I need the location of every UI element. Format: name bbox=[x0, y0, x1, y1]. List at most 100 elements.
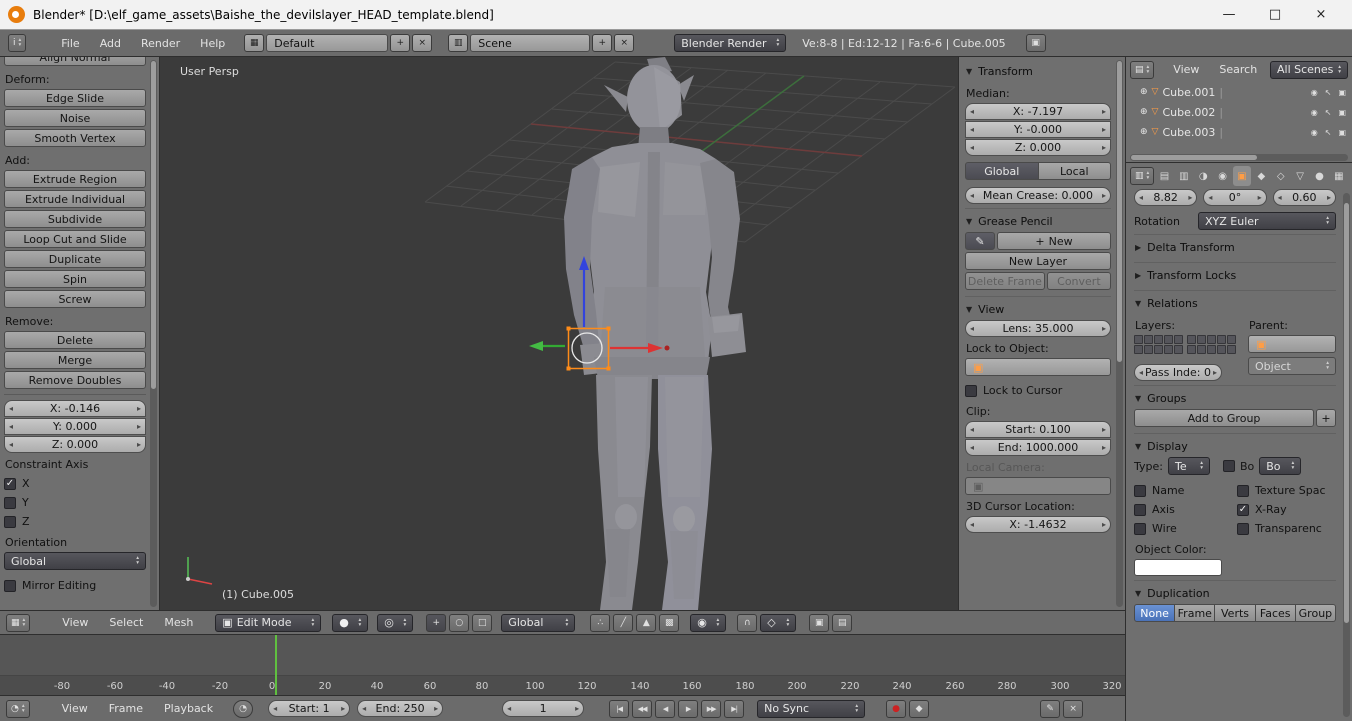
delete-frame-button[interactable]: Delete Frame bbox=[965, 272, 1045, 290]
delete-keyframe-button[interactable]: × bbox=[1063, 700, 1083, 718]
vertex-select-button[interactable]: ∴ bbox=[590, 614, 610, 632]
menu-render[interactable]: Render bbox=[132, 34, 189, 52]
bounds-type-dropdown[interactable]: Bo bbox=[1259, 457, 1301, 475]
tool-button-remove-doubles[interactable]: Remove Doubles bbox=[4, 371, 146, 389]
viewport-menu-view[interactable]: View bbox=[53, 614, 97, 632]
tab-modifiers-icon[interactable]: ◇ bbox=[1272, 166, 1290, 186]
tool-button-screw[interactable]: Screw bbox=[4, 290, 146, 308]
use-preview-range-button[interactable]: ◔ bbox=[233, 700, 253, 718]
prev-keyframe-button[interactable]: ◀◀ bbox=[632, 700, 652, 718]
menu-file[interactable]: File bbox=[52, 34, 88, 52]
tool-button-extrude-individual[interactable]: Extrude Individual bbox=[4, 190, 146, 208]
close-button[interactable]: × bbox=[1298, 0, 1344, 29]
npanel-scrollbar[interactable] bbox=[1116, 60, 1123, 607]
expand-icon[interactable]: ⊕ bbox=[1140, 87, 1148, 97]
clip-end-field[interactable]: End: 1000.000 bbox=[965, 439, 1111, 456]
constraint-z-checkbox[interactable]: Z bbox=[4, 512, 146, 531]
object-color-swatch[interactable] bbox=[1134, 559, 1222, 576]
duplication-frame-button[interactable]: Frame bbox=[1175, 604, 1215, 622]
median-y-field[interactable]: Y: -0.000 bbox=[965, 121, 1111, 138]
lock-object-selector[interactable]: ▣ bbox=[965, 358, 1111, 376]
checkbox-icon[interactable] bbox=[1134, 523, 1146, 535]
rotation-z-field[interactable]: 0° bbox=[1203, 189, 1266, 206]
layout-name-field[interactable]: Default bbox=[266, 34, 388, 52]
timeline-menu-frame[interactable]: Frame bbox=[100, 700, 152, 718]
pass-index-field[interactable]: Pass Inde: 0 bbox=[1134, 364, 1222, 381]
manipulator-translate-button[interactable]: + bbox=[426, 614, 446, 632]
translate-y-field[interactable]: Y: 0.000 bbox=[4, 418, 146, 435]
tab-material-icon[interactable]: ● bbox=[1310, 166, 1328, 186]
auto-keyframe-button[interactable]: ● bbox=[886, 700, 906, 718]
add-to-group-button[interactable]: Add to Group bbox=[1134, 409, 1314, 427]
scale-z-field[interactable]: 0.60 bbox=[1273, 189, 1336, 206]
tab-constraints-icon[interactable]: ◆ bbox=[1252, 166, 1270, 186]
bounds-checkbox[interactable] bbox=[1223, 460, 1235, 472]
viewport-3d[interactable]: User Persp (1) Cube.005 bbox=[160, 57, 958, 610]
timeline-editor[interactable]: -80 -60 -40 -20 0 20 40 60 80 100 120 14… bbox=[0, 635, 1125, 695]
panel-duplication[interactable]: ▼Duplication bbox=[1134, 580, 1336, 604]
timeline-menu-view[interactable]: View bbox=[53, 700, 97, 718]
panel-grease-pencil[interactable]: ▼Grease Pencil bbox=[965, 208, 1111, 232]
proportional-edit-dropdown[interactable]: ◉ bbox=[690, 614, 726, 632]
checkbox-icon[interactable] bbox=[4, 497, 16, 509]
checkbox-icon[interactable] bbox=[4, 516, 16, 528]
tab-texture-icon[interactable]: ▦ bbox=[1330, 166, 1348, 186]
timeline-editor-type-button[interactable]: ◔ bbox=[6, 700, 30, 718]
tab-scene-icon[interactable]: ◑ bbox=[1194, 166, 1212, 186]
tool-button-smooth-vertex[interactable]: Smooth Vertex bbox=[4, 129, 146, 147]
tab-object-icon[interactable]: ▣ bbox=[1233, 166, 1251, 186]
duplication-verts-button[interactable]: Verts bbox=[1215, 604, 1255, 622]
global-toggle[interactable]: Global bbox=[965, 162, 1039, 180]
layers-widget[interactable] bbox=[1134, 335, 1242, 354]
tool-button-subdivide[interactable]: Subdivide bbox=[4, 210, 146, 228]
tool-button-merge[interactable]: Merge bbox=[4, 351, 146, 369]
grease-new-button[interactable]: +New bbox=[997, 232, 1111, 250]
window-duplicate-button[interactable]: ▣ bbox=[1026, 34, 1046, 52]
checkbox-icon[interactable] bbox=[1134, 504, 1146, 516]
checkbox-icon[interactable] bbox=[1134, 485, 1146, 497]
checkbox-icon[interactable] bbox=[1237, 485, 1249, 497]
face-select-button[interactable]: ▲ bbox=[636, 614, 656, 632]
transform-orientation-dropdown[interactable]: Global bbox=[501, 614, 575, 632]
visibility-eye-icon[interactable]: ◉ bbox=[1311, 88, 1318, 97]
checkbox-icon[interactable] bbox=[965, 385, 977, 397]
layout-browse-button[interactable]: ▦ bbox=[244, 34, 264, 52]
duplication-group-button[interactable]: Group bbox=[1296, 604, 1336, 622]
visibility-eye-icon[interactable]: ◉ bbox=[1311, 108, 1318, 117]
renderable-camera-icon[interactable]: ▣ bbox=[1338, 88, 1346, 97]
viewport-menu-select[interactable]: Select bbox=[100, 614, 152, 632]
local-toggle[interactable]: Local bbox=[1039, 162, 1112, 180]
properties-scrollbar[interactable] bbox=[1343, 193, 1350, 717]
draw-type-dropdown[interactable]: Te bbox=[1168, 457, 1210, 475]
layout-delete-button[interactable]: × bbox=[412, 34, 432, 52]
play-button[interactable]: ▶ bbox=[678, 700, 698, 718]
viewport-menu-mesh[interactable]: Mesh bbox=[155, 614, 202, 632]
panel-delta-transform[interactable]: ▶Delta Transform bbox=[1134, 234, 1336, 258]
median-z-field[interactable]: Z: 0.000 bbox=[965, 139, 1111, 156]
cursor-x-field[interactable]: X: -1.4632 bbox=[965, 516, 1111, 533]
keying-set-button[interactable]: ◆ bbox=[909, 700, 929, 718]
tool-button-extrude-region[interactable]: Extrude Region bbox=[4, 170, 146, 188]
jump-to-end-button[interactable]: ▶| bbox=[724, 700, 744, 718]
checkbox-icon[interactable] bbox=[4, 580, 16, 592]
maximize-button[interactable]: □ bbox=[1252, 0, 1298, 29]
outliner-display-mode-dropdown[interactable]: All Scenes bbox=[1270, 61, 1348, 79]
occlude-geometry-button[interactable]: ▩ bbox=[659, 614, 679, 632]
convert-button[interactable]: Convert bbox=[1047, 272, 1111, 290]
toolshelf-scrollbar[interactable] bbox=[150, 60, 157, 607]
lock-to-cursor-checkbox[interactable]: Lock to Cursor bbox=[965, 381, 1111, 400]
next-keyframe-button[interactable]: ▶▶ bbox=[701, 700, 721, 718]
tool-button-loop-cut[interactable]: Loop Cut and Slide bbox=[4, 230, 146, 248]
checkbox-icon[interactable] bbox=[4, 478, 16, 490]
tool-button-spin[interactable]: Spin bbox=[4, 270, 146, 288]
scene-browse-button[interactable]: ▥ bbox=[448, 34, 468, 52]
selectable-cursor-icon[interactable]: ↖ bbox=[1325, 88, 1332, 97]
new-group-button[interactable]: + bbox=[1316, 409, 1336, 427]
scene-add-button[interactable]: + bbox=[592, 34, 612, 52]
outliner-scrollbar[interactable] bbox=[1130, 154, 1348, 161]
outliner-item-cube003[interactable]: ⊕ ▽ Cube.003 | ◉ ↖ ▣ bbox=[1126, 122, 1352, 142]
outliner-editor-type-button[interactable]: ▤ bbox=[1130, 61, 1154, 79]
scale-x-field[interactable]: 8.82 bbox=[1134, 189, 1197, 206]
current-frame-field[interactable]: 1 bbox=[502, 700, 584, 717]
panel-transform[interactable]: ▼Transform bbox=[965, 59, 1111, 82]
